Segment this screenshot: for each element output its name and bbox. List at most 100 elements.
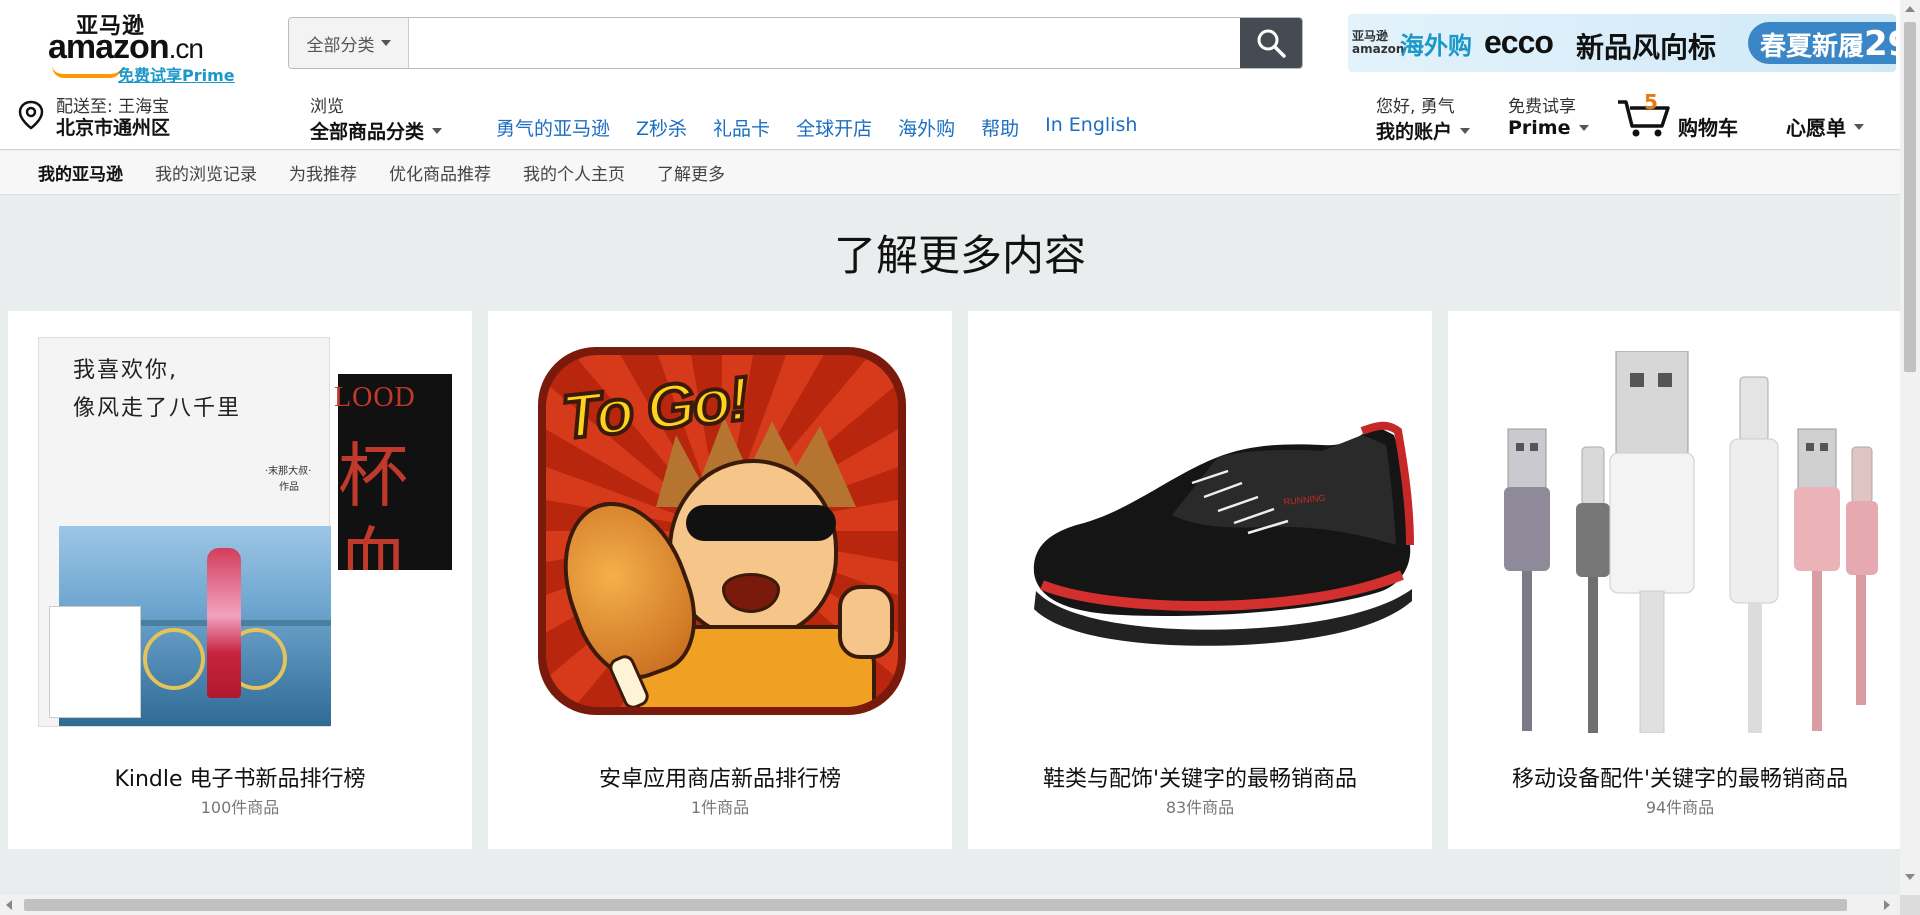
chevron-down-icon: [1460, 127, 1471, 134]
account-label-row: 我的账户: [1376, 117, 1471, 144]
search-category-select[interactable]: 全部分类: [289, 18, 409, 68]
book-cover-front: 我喜欢你, 像风走了八千里 ·末那大叔· 作品: [38, 337, 331, 727]
promo-overseas: 海外购: [1400, 32, 1472, 60]
card-mobile-accessories[interactable]: 移动设备配件'关键字的最畅销商品 94件商品: [1448, 311, 1912, 849]
book-back-lower: [338, 570, 452, 697]
amazon-logo[interactable]: 亚马逊 amazon.cn 免费试享Prime: [44, 6, 244, 85]
logo-wordmark-suffix: .cn: [168, 33, 204, 64]
card-grid: LOOD 杯 血 我喜欢你, 像风走了八千里 ·末那大叔· 作品 Kindle 电…: [8, 311, 1912, 849]
section-title: 了解更多内容: [833, 231, 1086, 280]
scroll-up-icon[interactable]: [1905, 6, 1915, 12]
delivery-location[interactable]: 配送至: 王海宝 北京市通州区: [18, 92, 218, 142]
promo-banner[interactable]: 亚马逊 amazon 海外购 ecco 新品风向标 春夏新履299元起: [1348, 14, 1896, 72]
scroll-right-icon[interactable]: [1884, 900, 1890, 910]
book-author-tag: ·末那大叔·: [265, 466, 312, 477]
card-android-apps[interactable]: To Go! 安卓应用商店新品排行榜 1件商品: [488, 311, 952, 849]
search-button[interactable]: [1240, 18, 1302, 68]
prime-trial-label: 免费试享: [1508, 97, 1576, 117]
book-author-sub: 作品: [279, 482, 299, 493]
search-bar: 全部分类: [288, 17, 1303, 69]
card-count: 94件商品: [1645, 798, 1715, 817]
book-back-title: LOOD: [334, 382, 416, 413]
chevron-down-icon: [1854, 123, 1864, 130]
prime-trial-link[interactable]: 免费试享Prime: [118, 62, 235, 86]
card-shoes[interactable]: RUNNING 鞋类与配饰'关键字的最畅销商品 83件商品: [968, 311, 1432, 849]
scrollbar-corner: [1900, 895, 1920, 915]
subnav-learn-more[interactable]: 了解更多: [657, 160, 725, 185]
browse-label: 浏览: [310, 97, 344, 117]
card-image: To Go!: [518, 337, 922, 737]
app-char-glasses: [686, 505, 836, 541]
subnav-improve-recommendations[interactable]: 优化商品推荐: [389, 160, 491, 185]
account-menu[interactable]: 您好, 勇气 我的账户: [1376, 92, 1471, 144]
wishlist-menu[interactable]: 心愿单: [1786, 112, 1864, 141]
thumbs-up-icon: [838, 585, 894, 659]
account-greeting: 您好, 勇气: [1376, 97, 1455, 117]
subnav-profile[interactable]: 我的个人主页: [523, 160, 625, 185]
book-cover-back: LOOD 杯 血: [334, 374, 452, 697]
nav-link-english[interactable]: In English: [1045, 114, 1137, 141]
horizontal-scroll-thumb[interactable]: [24, 899, 1847, 911]
logo-wordmark-main: amazon: [48, 28, 170, 66]
nav-link-z-deals[interactable]: Z秒杀: [636, 114, 687, 141]
sub-navigation: 我的亚马逊 我的浏览记录 为我推荐 优化商品推荐 我的个人主页 了解更多: [0, 151, 1900, 195]
cart-count: 5: [1644, 90, 1658, 114]
nav-link-overseas[interactable]: 海外购: [898, 114, 955, 141]
promo-brand: ecco: [1484, 24, 1554, 60]
chevron-down-icon: [432, 127, 443, 134]
nav-link-my-amazon[interactable]: 勇气的亚马逊: [496, 114, 610, 141]
nav-link-global-selling[interactable]: 全球开店: [796, 114, 872, 141]
app-icon: To Go!: [538, 347, 906, 715]
sneaker-image: RUNNING: [1022, 405, 1422, 655]
promo-offer: 春夏新履299元起: [1748, 22, 1896, 64]
chevron-down-icon: [1578, 125, 1589, 131]
card-title[interactable]: 安卓应用商店新品排行榜: [488, 761, 952, 793]
book-title: 我喜欢你, 像风走了八千里: [73, 352, 241, 428]
card-title[interactable]: Kindle 电子书新品排行榜: [8, 761, 472, 793]
card-image: [1478, 337, 1882, 737]
usb-cables-image: [1504, 351, 1878, 733]
chevron-down-icon: [380, 40, 391, 46]
subnav-my-amazon[interactable]: 我的亚马逊: [38, 160, 123, 185]
book-photo-person: [207, 548, 241, 698]
wishlist-label: 心愿单: [1786, 116, 1846, 140]
app-icon-inner: To Go!: [546, 355, 898, 707]
card-count: 1件商品: [690, 798, 750, 817]
promo-small-brand: 亚马逊 amazon: [1352, 29, 1405, 56]
browse-all-label: 全部商品分类: [310, 121, 425, 143]
search-input[interactable]: [409, 18, 1240, 68]
subnav-browsing-history[interactable]: 我的浏览记录: [155, 160, 257, 185]
vertical-scrollbar[interactable]: [1900, 0, 1920, 895]
promo-offer-price: 299: [1864, 24, 1896, 64]
prime-menu[interactable]: 免费试享 Prime: [1508, 92, 1589, 139]
nav-link-gift-card[interactable]: 礼品卡: [713, 114, 770, 141]
book-title-line1: 我喜欢你,: [73, 358, 178, 383]
card-count: 100件商品: [200, 798, 280, 817]
card-count: 83件商品: [1165, 798, 1235, 817]
delivery-city: 北京市通州区: [56, 117, 171, 139]
browse-categories[interactable]: 浏览 全部商品分类: [310, 92, 443, 144]
card-kindle[interactable]: LOOD 杯 血 我喜欢你, 像风走了八千里 ·末那大叔· 作品 Kindle 电…: [8, 311, 472, 849]
cart-button[interactable]: 5 购物车: [1616, 90, 1746, 142]
promo-offer-text: 春夏新履: [1760, 32, 1865, 62]
bike-wheel-icon: [143, 628, 205, 690]
prime-label: Prime: [1508, 117, 1571, 139]
location-pin-icon: [18, 100, 44, 130]
card-title[interactable]: 移动设备配件'关键字的最畅销商品: [1448, 761, 1912, 793]
cart-label: 购物车: [1678, 116, 1738, 140]
vertical-scroll-thumb[interactable]: [1904, 22, 1916, 372]
search-icon: [1257, 29, 1286, 58]
horizontal-scrollbar[interactable]: [0, 895, 1920, 915]
book-label: [49, 606, 141, 718]
logo-smile-icon: [52, 66, 122, 78]
book-title-line2: 像风走了八千里: [73, 396, 242, 421]
subnav-recommended[interactable]: 为我推荐: [289, 160, 357, 185]
promo-headline: 新品风向标: [1576, 31, 1717, 64]
nav-link-help[interactable]: 帮助: [981, 114, 1019, 141]
nav-links: 勇气的亚马逊 Z秒杀 礼品卡 全球开店 海外购 帮助 In English: [496, 114, 1137, 141]
scroll-down-icon[interactable]: [1905, 874, 1915, 880]
card-title[interactable]: 鞋类与配饰'关键字的最畅销商品: [968, 761, 1432, 793]
browse-all-categories: 全部商品分类: [310, 117, 443, 144]
scroll-left-icon[interactable]: [6, 900, 12, 910]
top-header: 亚马逊 amazon.cn 免费试享Prime 全部分类 亚马逊 amazon …: [0, 0, 1900, 150]
